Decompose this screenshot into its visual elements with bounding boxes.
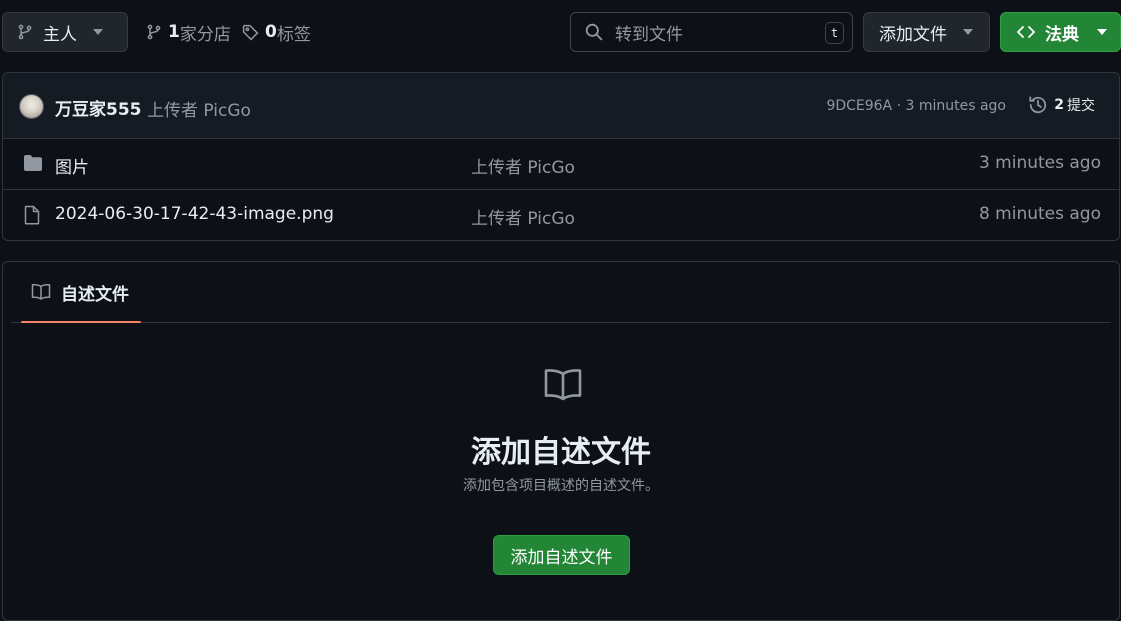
git-branch-icon bbox=[146, 24, 162, 40]
go-to-file-search[interactable]: 转到文件 t bbox=[570, 12, 853, 52]
commit-author[interactable]: 万豆家555 bbox=[55, 95, 142, 120]
tags-link[interactable]: 0 标签 bbox=[242, 12, 311, 52]
code-button[interactable]: 法典 bbox=[1000, 12, 1121, 52]
commit-hash-and-time[interactable]: 9DCE96A · 3 minutes ago bbox=[826, 98, 1006, 114]
file-icon bbox=[23, 205, 41, 225]
branch-selector-button[interactable]: 主人 bbox=[2, 12, 128, 52]
avatar[interactable] bbox=[19, 94, 44, 119]
triangle-down-icon bbox=[963, 29, 973, 35]
code-icon bbox=[1017, 25, 1035, 39]
commits-count: 2 bbox=[1054, 97, 1064, 113]
file-commit-message[interactable]: 上传者 PicGo bbox=[471, 153, 575, 178]
tag-icon bbox=[242, 24, 259, 41]
tags-count: 0 bbox=[265, 22, 277, 42]
file-name[interactable]: 2024-06-30-17-42-43-image.png bbox=[55, 204, 334, 224]
tags-label: 标签 bbox=[276, 24, 311, 45]
repo-toolbar: 主人 1 家分店 0 标签 转到文件 t 添加文件 法典 bbox=[2, 12, 1121, 52]
triangle-down-icon bbox=[1097, 29, 1107, 35]
file-browser: 万豆家555 上传者 PicGo 9DCE96A · 3 minutes ago… bbox=[2, 72, 1120, 241]
tab-readme[interactable]: 自述文件 bbox=[21, 262, 141, 323]
history-icon bbox=[1028, 95, 1048, 115]
empty-state-description: 添加包含项目概述的自述文件。 bbox=[463, 478, 659, 494]
branches-count: 1 bbox=[168, 22, 180, 42]
commits-label: 提交 bbox=[1067, 98, 1095, 114]
commits-history-link[interactable]: 2 提交 bbox=[1028, 95, 1095, 115]
empty-state-title: 添加自述文件 bbox=[471, 435, 651, 470]
branches-link[interactable]: 1 家分店 bbox=[146, 12, 231, 52]
triangle-down-icon bbox=[93, 29, 103, 35]
search-placeholder: 转到文件 bbox=[615, 24, 683, 45]
branch-label: 主人 bbox=[43, 24, 77, 45]
book-icon bbox=[541, 367, 585, 403]
readme-panel: 自述文件 添加自述文件 添加包含项目概述的自述文件。 添加自述文件 bbox=[2, 261, 1120, 621]
readme-tab-label: 自述文件 bbox=[61, 284, 129, 305]
book-icon bbox=[31, 283, 51, 301]
git-branch-icon bbox=[17, 24, 33, 40]
readme-header: 自述文件 bbox=[11, 262, 1111, 323]
commit-message[interactable]: 上传者 PicGo bbox=[147, 96, 251, 121]
file-row-folder[interactable]: 图片 上传者 PicGo 3 minutes ago bbox=[3, 139, 1119, 190]
latest-commit-bar: 万豆家555 上传者 PicGo 9DCE96A · 3 minutes ago… bbox=[3, 73, 1119, 139]
keyboard-shortcut-hint: t bbox=[825, 22, 844, 44]
add-file-label: 添加文件 bbox=[879, 24, 947, 45]
file-commit-date: 8 minutes ago bbox=[978, 204, 1101, 224]
add-readme-button[interactable]: 添加自述文件 bbox=[493, 535, 630, 575]
code-label: 法典 bbox=[1045, 24, 1079, 45]
file-commit-message[interactable]: 上传者 PicGo bbox=[471, 204, 575, 229]
folder-icon bbox=[23, 154, 43, 172]
file-row-file[interactable]: 2024-06-30-17-42-43-image.png 上传者 PicGo … bbox=[3, 190, 1119, 240]
file-name[interactable]: 图片 bbox=[55, 153, 89, 178]
file-commit-date: 3 minutes ago bbox=[978, 153, 1101, 173]
search-icon bbox=[585, 23, 603, 41]
add-file-button[interactable]: 添加文件 bbox=[863, 12, 990, 52]
branches-label: 家分店 bbox=[179, 24, 231, 45]
